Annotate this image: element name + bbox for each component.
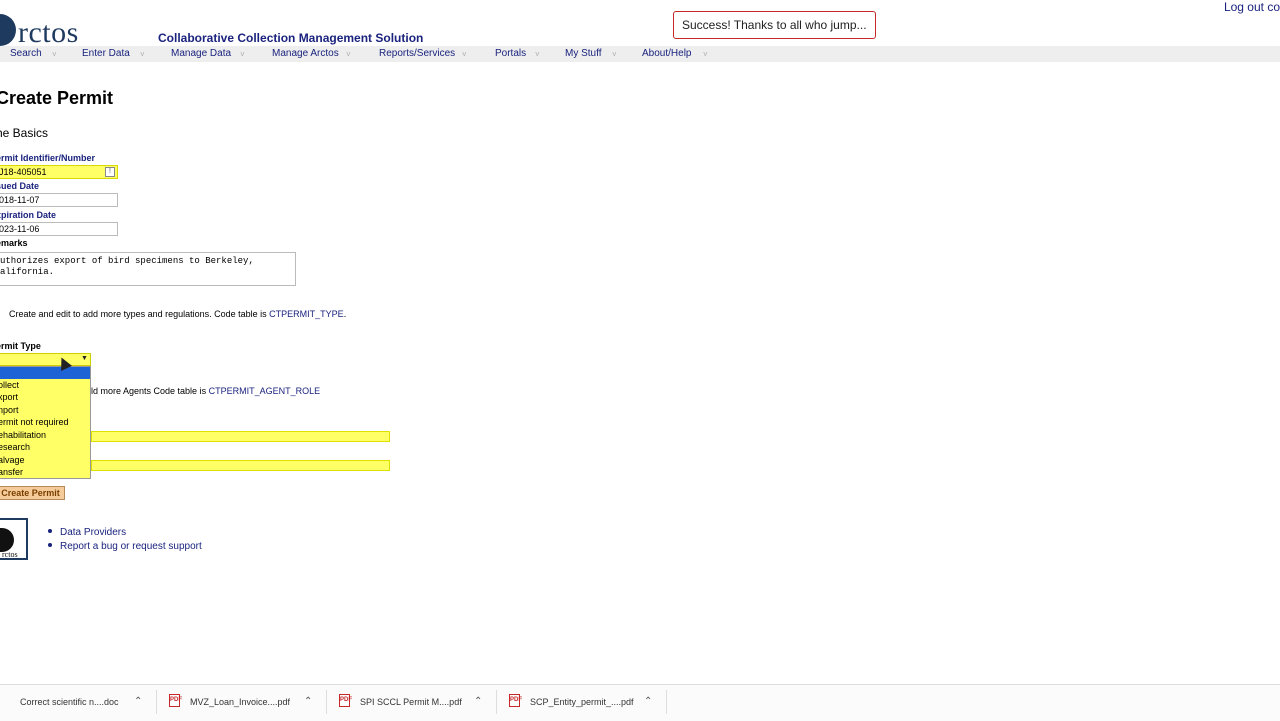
ctpermit-type-link[interactable]: CTPERMIT_TYPE (269, 309, 344, 319)
chevron-up-icon[interactable]: ⌃ (474, 696, 482, 707)
agent-input-1[interactable] (91, 431, 390, 442)
footer-list-item: Report a bug or request support (48, 541, 202, 555)
dropdown-option[interactable]: ehabilitation (0, 429, 92, 441)
footer-arctos-logo[interactable]: rctos (0, 518, 28, 560)
dropdown-option[interactable]: alvage (0, 454, 92, 466)
app-title: Collaborative Collection Management Solu… (158, 31, 424, 45)
nav-enter-data[interactable]: Enter Data (82, 48, 130, 59)
footer-list-item: Data Providers (48, 527, 202, 541)
chevron-up-icon[interactable]: ⌃ (644, 696, 652, 707)
nav-separator: ˅ (140, 50, 145, 59)
download-item-pdf[interactable]: SCP_Entity_permit_....pdf (530, 697, 634, 707)
download-item-pdf[interactable]: MVZ_Loan_Invoice....pdf (190, 697, 290, 707)
logo-arc-icon (0, 14, 16, 46)
dropdown-option[interactable]: xport (0, 391, 92, 403)
footer-links: Data Providers Report a bug or request s… (48, 527, 202, 555)
issued-date-label: sued Date (0, 181, 40, 191)
nav-portals[interactable]: Portals (495, 48, 526, 59)
arctos-logo[interactable]: rctos (0, 14, 79, 50)
nav-about-help[interactable]: About/Help (642, 48, 691, 59)
pdf-icon: PDF (169, 694, 182, 707)
dropdown-option[interactable]: ansfer (0, 466, 92, 478)
chevron-up-icon[interactable]: ⌃ (134, 696, 142, 707)
expiration-date-input[interactable]: 023-11-06 (0, 222, 118, 236)
remarks-label: emarks (0, 238, 28, 248)
permit-id-label: ermit Identifier/Number (0, 153, 96, 163)
download-item-doc[interactable]: Correct scientific n....doc (20, 697, 119, 707)
divider (496, 690, 497, 714)
lock-icon[interactable]: ! (105, 167, 115, 177)
nav-search[interactable]: Search (10, 48, 42, 59)
ctpermit-agent-role-link[interactable]: CTPERMIT_AGENT_ROLE (209, 386, 321, 396)
expiration-date-label: xpiration Date (0, 210, 57, 220)
agents-info: ld more Agents Code table is CTPERMIT_AG… (91, 386, 321, 396)
remarks-textarea[interactable]: uthorizes export of bird specimens to Be… (0, 252, 296, 286)
divider (666, 690, 667, 714)
issued-date-input[interactable]: 018-11-07 (0, 193, 118, 207)
permit-type-select[interactable] (0, 353, 91, 366)
permit-type-label: ermit Type (0, 341, 41, 351)
dropdown-option[interactable]: ollect (0, 379, 92, 391)
nav-separator: ˅ (346, 50, 351, 59)
nav-separator: ˅ (240, 50, 245, 59)
chevron-down-icon[interactable]: ▼ (81, 355, 88, 362)
logout-link[interactable]: Log out co (1224, 0, 1280, 14)
bullet-icon (48, 529, 52, 533)
data-providers-link[interactable]: Data Providers (60, 527, 126, 538)
nav-separator: ˅ (462, 50, 467, 59)
nav-separator: ˅ (535, 50, 540, 59)
dropdown-option[interactable]: esearch (0, 441, 92, 453)
bullet-icon (48, 543, 52, 547)
nav-separator: ˅ (52, 50, 57, 59)
success-toast[interactable]: Success! Thanks to all who jump... (673, 11, 876, 39)
dropdown-option[interactable]: ermit not required (0, 416, 92, 428)
report-bug-link[interactable]: Report a bug or request support (60, 541, 202, 552)
permit-types-info: Create and edit to add more types and re… (9, 309, 347, 319)
permit-id-input[interactable]: J18-405051 (0, 165, 118, 179)
divider (326, 690, 327, 714)
nav-my-stuff[interactable]: My Stuff (565, 48, 602, 59)
nav-separator: ˅ (703, 50, 708, 59)
logo-arc-icon (0, 528, 14, 552)
divider (156, 690, 157, 714)
section-title: he Basics (0, 126, 49, 140)
pdf-icon: PDF (509, 694, 522, 707)
chevron-up-icon[interactable]: ⌃ (304, 696, 312, 707)
nav-reports-services[interactable]: Reports/Services (379, 48, 455, 59)
create-permit-button[interactable]: Create Permit (0, 486, 65, 500)
page-title: Create Permit (0, 88, 114, 108)
dropdown-option-selected[interactable] (0, 367, 90, 379)
pdf-icon: PDF (339, 694, 352, 707)
nav-manage-arctos[interactable]: Manage Arctos (272, 48, 339, 59)
nav-separator: ˅ (612, 50, 617, 59)
agent-input-2[interactable] (91, 460, 390, 471)
nav-manage-data[interactable]: Manage Data (171, 48, 231, 59)
dropdown-option[interactable]: nport (0, 404, 92, 416)
download-item-pdf[interactable]: SPI SCCL Permit M....pdf (360, 697, 462, 707)
